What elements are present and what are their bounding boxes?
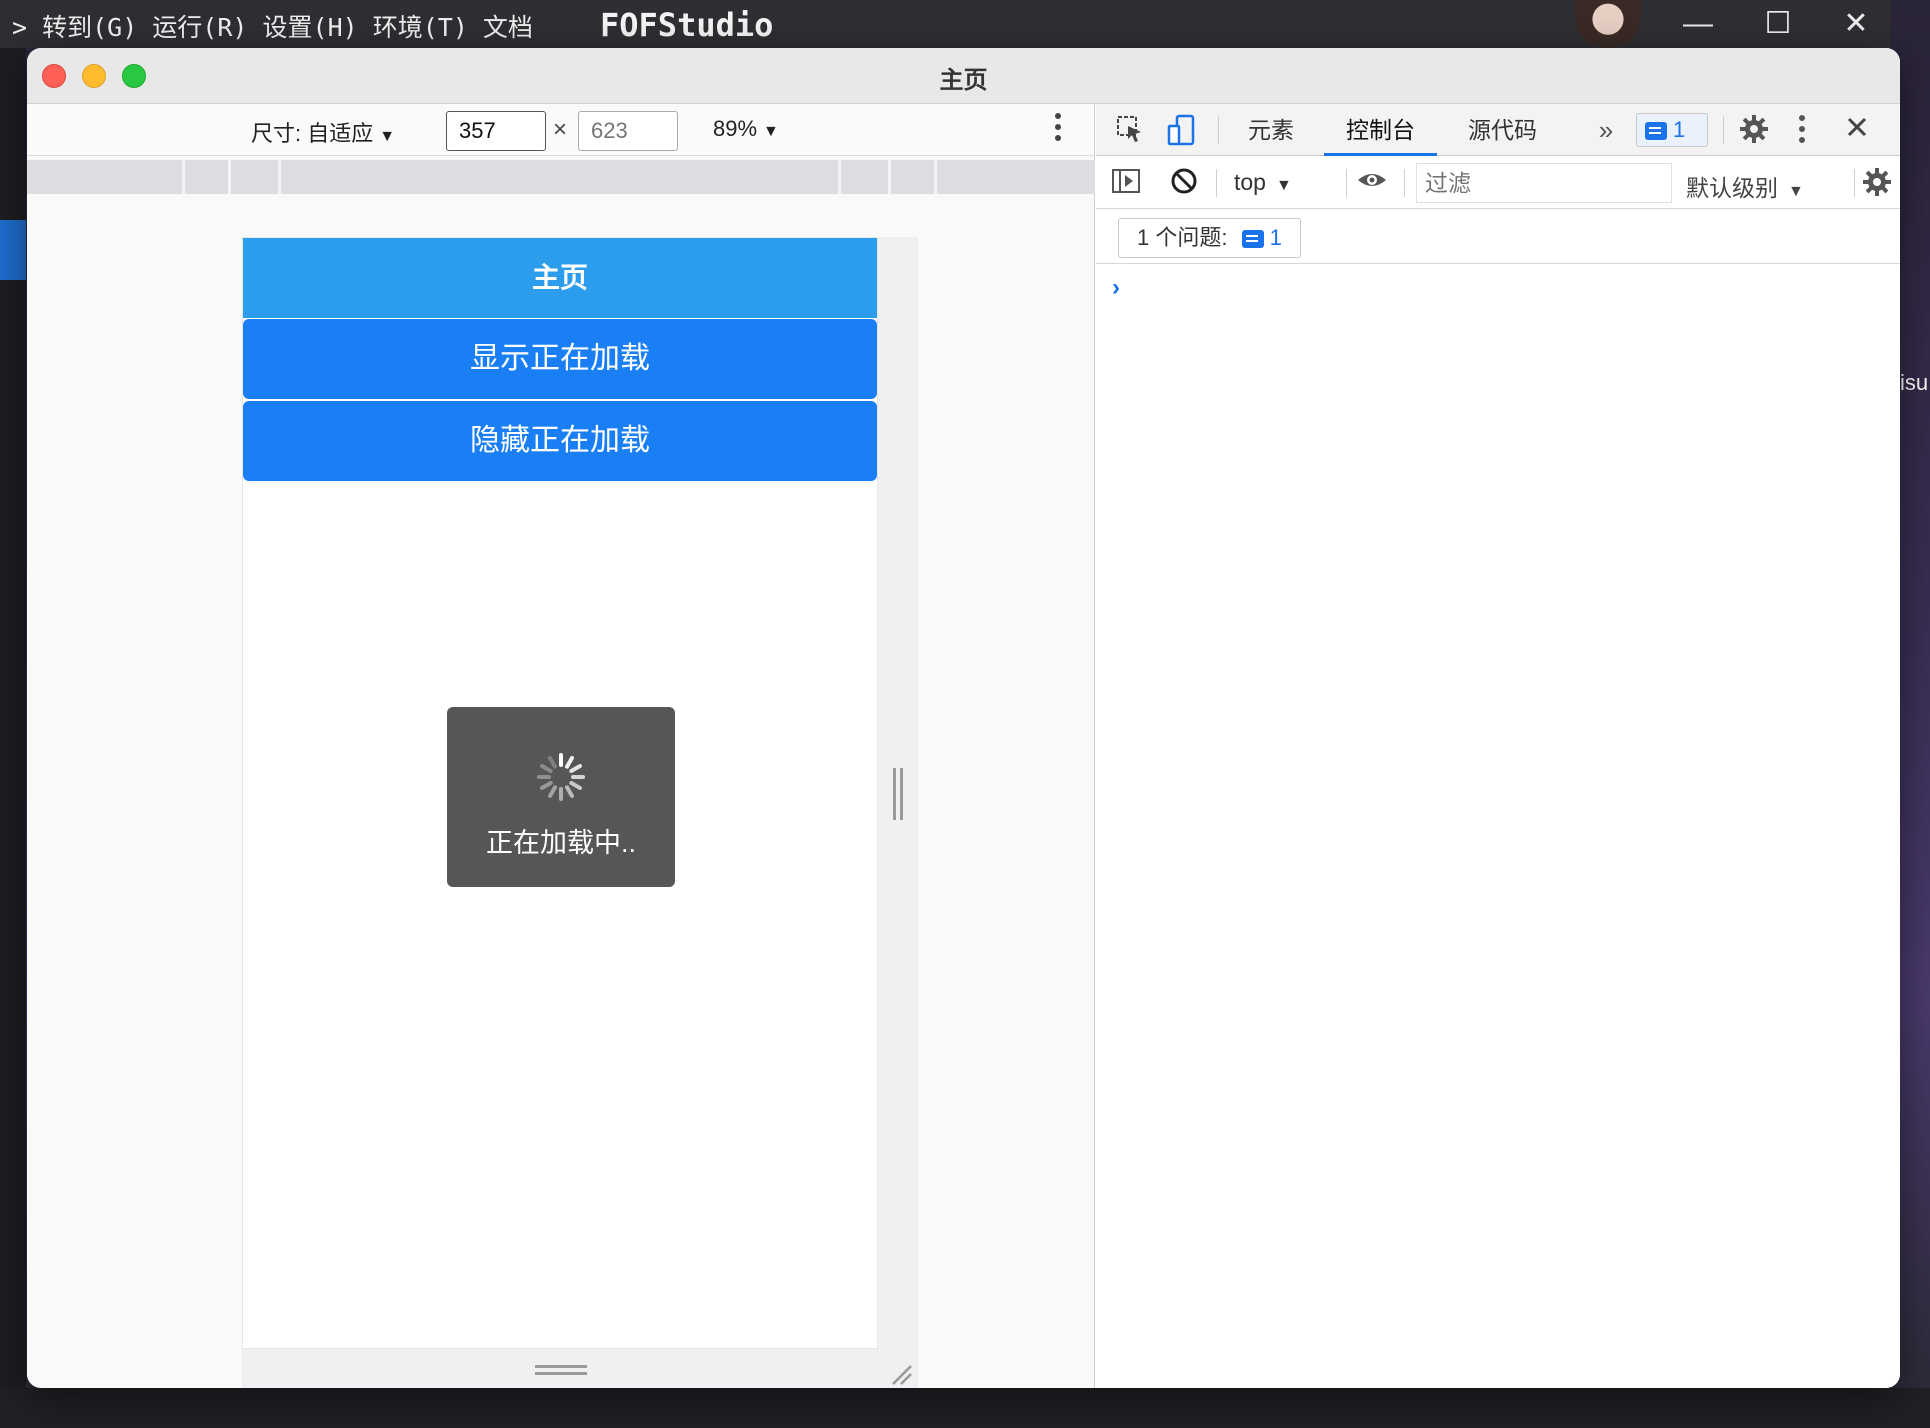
devtools-tab-bar: 元素 控制台 源代码 » 1 <box>1096 104 1900 156</box>
spinner-icon <box>537 753 585 801</box>
device-width-input[interactable] <box>446 111 546 151</box>
media-query-segment[interactable] <box>281 160 841 194</box>
toolbar-divider <box>1854 169 1855 197</box>
device-toolbar: 尺寸: 自适应 ▼ × 89% ▼ <box>27 104 1094 156</box>
media-query-bar[interactable] <box>27 160 1095 194</box>
height-resize-handle[interactable] <box>535 1365 587 1375</box>
media-query-segment[interactable] <box>27 160 185 194</box>
caret-down-icon: ▼ <box>1275 177 1292 194</box>
media-query-segment[interactable] <box>185 160 231 194</box>
minimize-icon[interactable]: — <box>1680 6 1716 42</box>
preview-window: 主页 尺寸: 自适应 ▼ × 89% ▼ 主页 <box>27 48 1900 1388</box>
background-app-name: FOFStudio <box>600 6 774 44</box>
customize-menu-icon[interactable] <box>1786 114 1818 146</box>
issues-label: 1 个问题: <box>1137 225 1228 250</box>
media-query-segment[interactable] <box>231 160 281 194</box>
caret-down-icon: ▼ <box>379 128 396 145</box>
issues-count: 1 <box>1241 225 1282 250</box>
background-bottom <box>0 1388 1930 1428</box>
close-devtools-icon[interactable] <box>1841 114 1873 146</box>
loading-text: 正在加载中.. <box>485 828 636 858</box>
media-query-segment[interactable] <box>841 160 891 194</box>
toolbar-divider <box>1723 116 1724 144</box>
dimensions-dropdown[interactable]: 尺寸: 自适应 ▼ <box>251 116 395 148</box>
maximize-icon[interactable]: ☐ <box>1760 6 1796 42</box>
more-tabs-icon[interactable]: » <box>1590 114 1622 146</box>
zoom-dropdown[interactable]: 89% ▼ <box>713 116 779 142</box>
issues-bar: 1 个问题: 1 <box>1096 210 1900 264</box>
background-right-text: isu <box>1900 370 1929 395</box>
log-level-value: 默认级别 <box>1686 175 1778 201</box>
context-value: top <box>1234 169 1266 195</box>
background-app-titlebar: > 转到(G) 运行(R) 设置(H) 环境(T) 文档 FOFStudio —… <box>0 0 1890 48</box>
tab-sources[interactable]: 源代码 <box>1446 104 1559 156</box>
background-menu[interactable]: > 转到(G) 运行(R) 设置(H) 环境(T) 文档 <box>12 8 533 44</box>
toolbar-divider <box>1216 169 1217 197</box>
console-settings-gear-icon[interactable] <box>1861 167 1893 199</box>
message-icon <box>1645 122 1667 141</box>
clear-console-icon[interactable] <box>1168 167 1200 199</box>
toolbar-divider <box>1218 116 1219 144</box>
avatar[interactable] <box>1575 0 1641 48</box>
corner-resize-icon[interactable] <box>889 1362 913 1386</box>
width-resize-handle[interactable] <box>893 768 903 820</box>
console-prompt[interactable]: › <box>1112 274 1120 302</box>
toolbar-divider <box>1404 169 1405 197</box>
tab-elements[interactable]: 元素 <box>1226 104 1316 156</box>
hide-loading-button[interactable]: 隐藏正在加载 <box>243 401 877 481</box>
window-titlebar[interactable]: 主页 <box>27 48 1900 104</box>
show-loading-button[interactable]: 显示正在加载 <box>243 319 877 399</box>
page-title: 主页 <box>243 238 877 318</box>
media-query-segment[interactable] <box>891 160 937 194</box>
caret-down-icon: ▼ <box>763 123 779 140</box>
message-icon <box>1241 230 1264 249</box>
background-selected-item <box>0 220 26 280</box>
log-level-dropdown[interactable]: 默认级别 ▼ <box>1686 169 1804 203</box>
device-emulation-pane: 尺寸: 自适应 ▼ × 89% ▼ 主页 显示正在加载 隐藏正在加载 <box>27 104 1095 1388</box>
device-toolbar-toggle-icon[interactable] <box>1166 114 1198 146</box>
issues-count-value: 1 <box>1269 225 1282 250</box>
times-icon: × <box>553 116 568 143</box>
caret-down-icon: ▼ <box>1788 183 1804 200</box>
toolbar-divider <box>1346 169 1347 197</box>
issues-button[interactable]: 1 个问题: 1 <box>1118 218 1301 258</box>
eye-icon[interactable] <box>1356 167 1388 199</box>
loading-toast: 正在加载中.. <box>447 707 675 887</box>
close-icon[interactable]: ✕ <box>1838 6 1874 42</box>
more-options-icon[interactable] <box>1053 112 1063 142</box>
dimensions-label: 尺寸: 自适应 <box>251 121 374 146</box>
sidebar-toggle-icon[interactable] <box>1110 167 1142 199</box>
issues-badge-button[interactable]: 1 <box>1636 113 1708 147</box>
zoom-value: 89% <box>713 116 758 141</box>
devtools-panel: 元素 控制台 源代码 » 1 top ▼ 过滤 默认级别 ▼ 1 个问题: 1 … <box>1096 104 1900 1388</box>
gear-icon[interactable] <box>1738 114 1770 146</box>
tab-console[interactable]: 控制台 <box>1324 104 1437 156</box>
device-height-input[interactable] <box>578 111 678 151</box>
emulated-device-viewport: 主页 显示正在加载 隐藏正在加载 正在加载中.. <box>242 237 878 1349</box>
background-left-strip <box>0 48 26 1428</box>
window-title: 主页 <box>939 67 988 94</box>
inspect-element-icon[interactable] <box>1114 114 1146 146</box>
console-toolbar: top ▼ 默认级别 ▼ <box>1096 157 1900 209</box>
context-selector[interactable]: top ▼ <box>1234 169 1292 196</box>
media-query-segment[interactable] <box>937 160 1095 194</box>
console-filter-input[interactable] <box>1416 163 1672 203</box>
issues-badge-count: 1 <box>1673 117 1686 142</box>
